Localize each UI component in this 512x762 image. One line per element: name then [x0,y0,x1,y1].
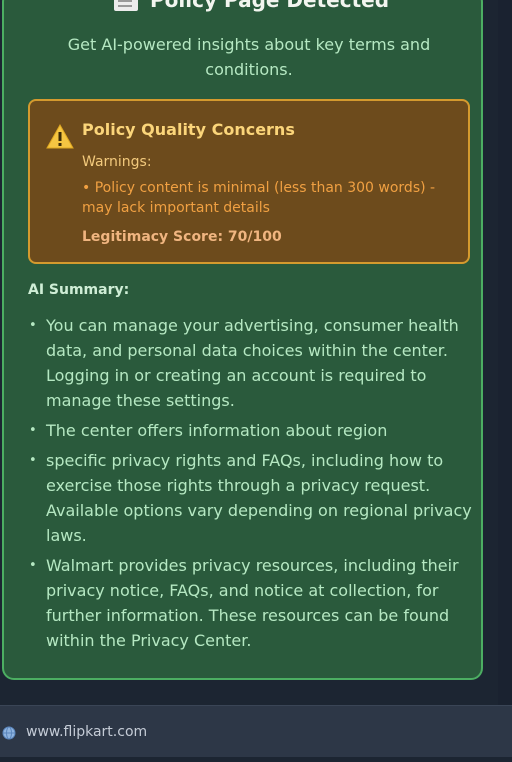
status-bar: www.flipkart.com [0,705,512,758]
background-strip [498,0,512,705]
summary-item: You can manage your advertising, consume… [28,313,476,413]
summary-item: specific privacy rights and FAQs, includ… [28,448,476,548]
panel-title: Policy Page Detected [150,0,390,12]
panel-subtitle: Get AI-powered insights about key terms … [67,35,431,79]
status-url[interactable]: www.flipkart.com [26,724,147,740]
warning-title: Policy Quality Concerns [82,120,295,139]
policy-quality-warning: Policy Quality Concerns Warnings: • Poli… [28,99,470,264]
globe-icon [2,726,16,740]
warnings-label: Warnings: [82,154,152,170]
document-icon [114,0,138,11]
legitimacy-score: Legitimacy Score: 70/100 [82,229,282,245]
panel-header: Policy Page Detected [114,0,389,14]
summary-list: You can manage your advertising, consume… [28,313,476,658]
policy-panel: Policy Page Detected Get AI-powered insi… [2,0,483,680]
warning-icon [46,124,74,149]
warning-item: • Policy content is minimal (less than 3… [82,180,436,216]
summary-label: AI Summary: [28,282,130,298]
summary-item: Walmart provides privacy resources, incl… [28,553,476,653]
warning-item-text: Policy content is minimal (less than 300… [82,180,436,216]
page-bottom-edge [0,757,512,762]
summary-item: The center offers information about regi… [28,418,476,443]
